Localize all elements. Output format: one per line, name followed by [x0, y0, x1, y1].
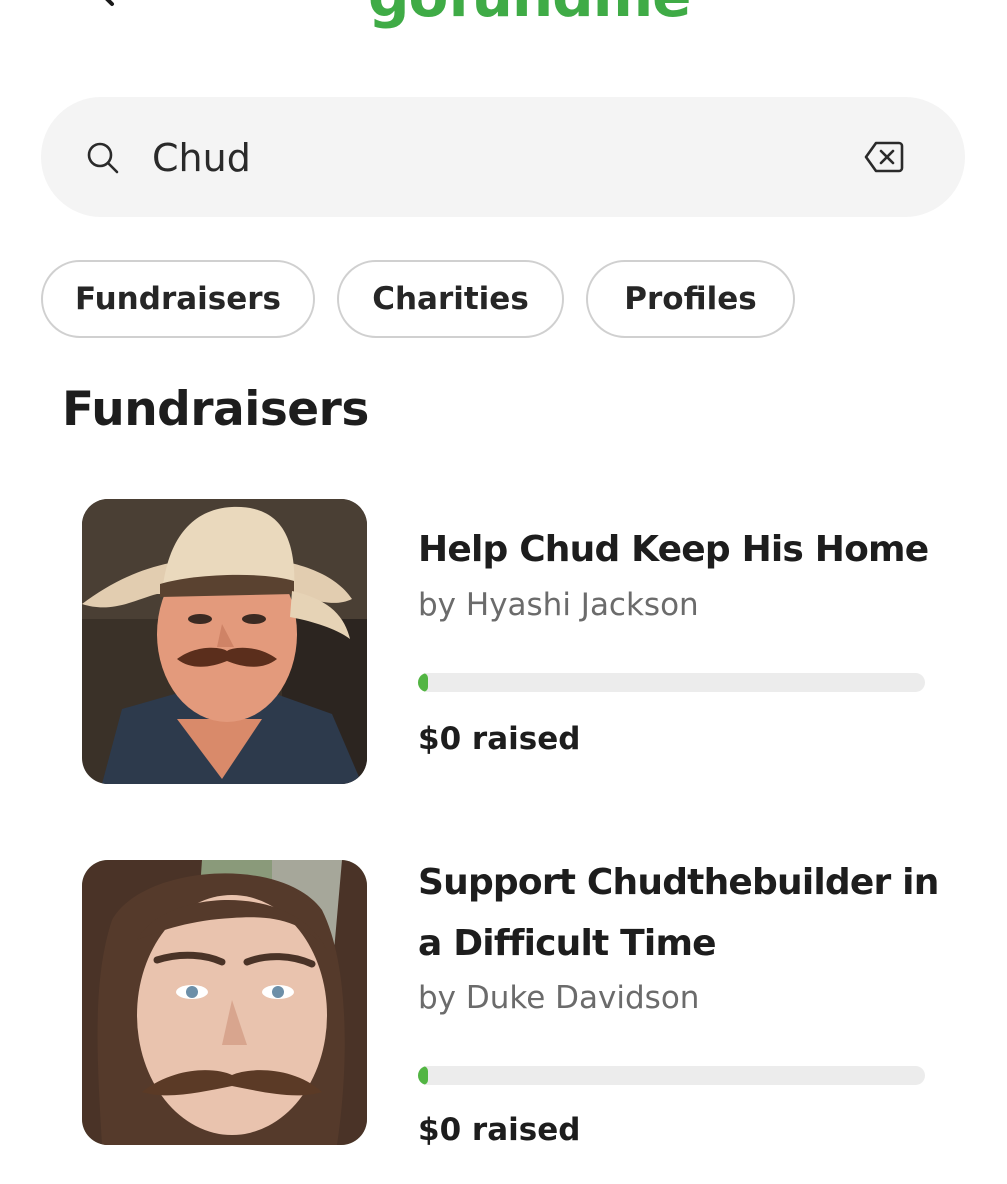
fundraiser-title[interactable]: Help Chud Keep His Home: [418, 519, 958, 580]
header-search-icon[interactable]: [70, 0, 116, 10]
amount-raised: $0 raised: [418, 1112, 581, 1148]
gofundme-logo[interactable]: gofundme: [368, 0, 691, 26]
search-results-page: gofundme Fundraisers Charities Profiles …: [0, 0, 1007, 1184]
fundraiser-thumbnail[interactable]: [82, 860, 367, 1145]
filter-chip-fundraisers[interactable]: Fundraisers: [41, 260, 315, 338]
progress-fill: [418, 673, 428, 692]
fundraiser-organizer: by Duke Davidson: [418, 980, 700, 1016]
fundraiser-card[interactable]: Help Chud Keep His Home by Hyashi Jackso…: [0, 499, 1007, 789]
filter-chip-label: Profiles: [624, 281, 757, 317]
search-icon: [86, 141, 120, 180]
menu-icon[interactable]: [893, 0, 937, 4]
fundraiser-title[interactable]: Support Chudthebuilder in a Difficult Ti…: [418, 852, 958, 974]
top-header: gofundme: [0, 0, 1007, 40]
progress-bar: [418, 1066, 925, 1085]
fundraiser-card[interactable]: Support Chudthebuilder in a Difficult Ti…: [0, 860, 1007, 1160]
progress-fill: [418, 1066, 428, 1085]
filter-chip-label: Charities: [372, 281, 529, 317]
amount-raised: $0 raised: [418, 721, 581, 757]
filter-chip-profiles[interactable]: Profiles: [586, 260, 795, 338]
progress-bar: [418, 673, 925, 692]
logo-text: gofundme: [368, 0, 691, 30]
filter-chip-label: Fundraisers: [74, 281, 281, 317]
clear-input-icon[interactable]: [864, 140, 904, 174]
section-title: Fundraisers: [62, 382, 369, 437]
fundraiser-organizer: by Hyashi Jackson: [418, 587, 699, 623]
fundraiser-thumbnail[interactable]: [82, 499, 367, 784]
search-input[interactable]: [152, 130, 792, 186]
filter-chip-charities[interactable]: Charities: [337, 260, 564, 338]
